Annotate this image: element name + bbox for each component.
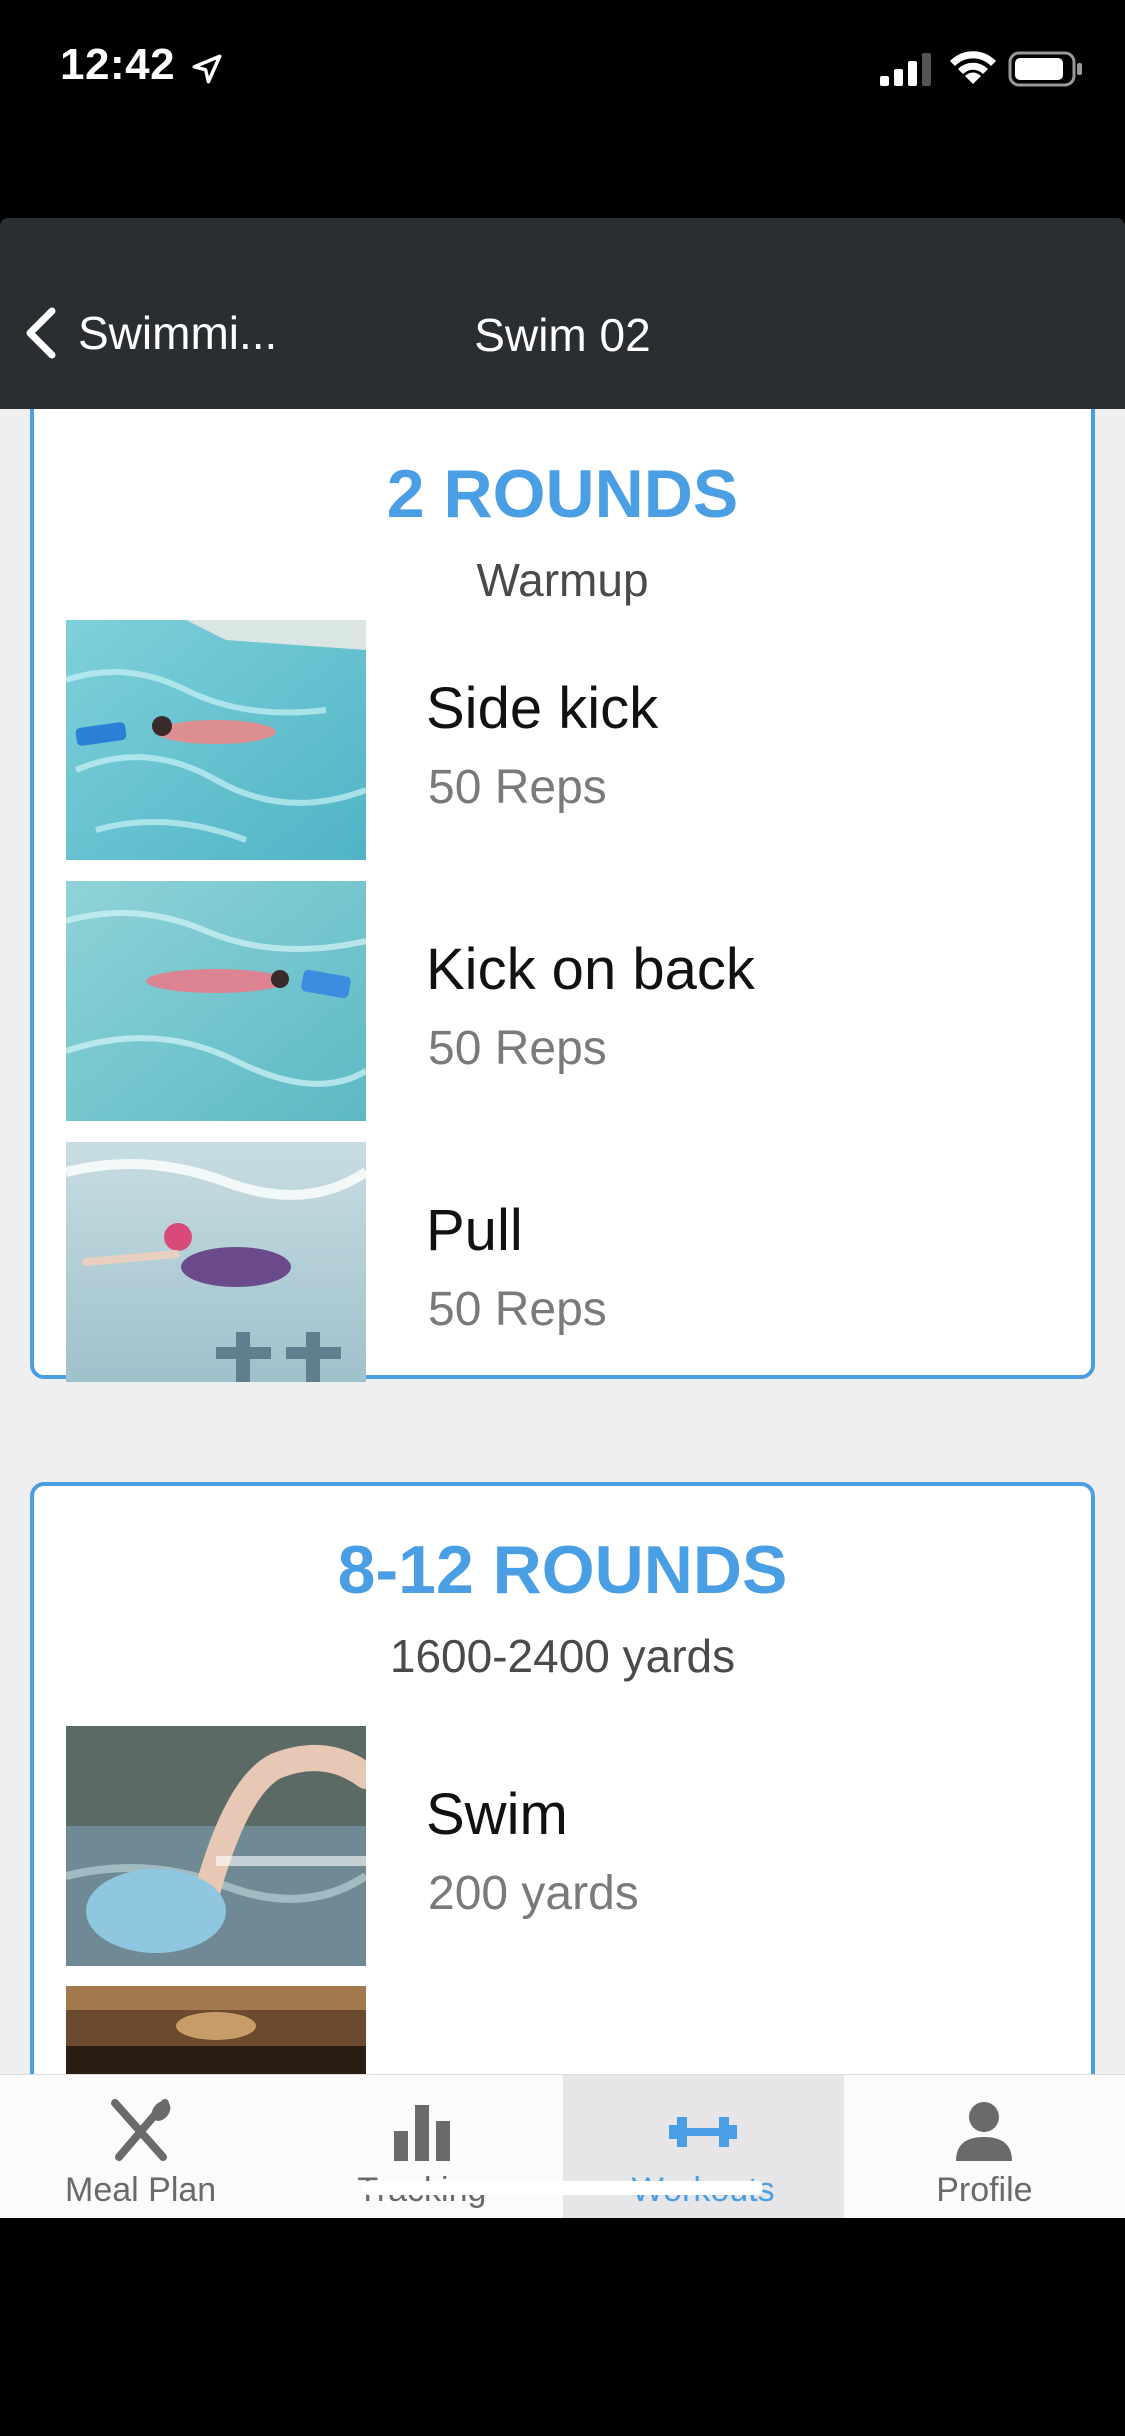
exercise-name: Side kick xyxy=(426,676,659,741)
exercise-amount: 50 Reps xyxy=(428,1283,607,1336)
round-card-warmup: 2 ROUNDS Warmup Side kick 50 Reps Kick o… xyxy=(30,409,1095,1382)
dumbbell-icon xyxy=(669,2117,738,2147)
exercise-name: Swim xyxy=(426,1782,568,1847)
location-arrow-icon xyxy=(192,54,222,84)
tab-profile[interactable]: Profile xyxy=(844,2075,1125,2219)
exercise-name: Pull xyxy=(426,1198,523,1263)
tab-label: Meal Plan xyxy=(65,2171,217,2209)
fork-knife-icon xyxy=(110,2099,170,2161)
exercise-amount: 50 Reps xyxy=(428,1022,607,1075)
exercise-row-pull[interactable]: Pull 50 Reps xyxy=(66,1142,1066,1382)
exercise-name: Kick on back xyxy=(426,937,755,1002)
tab-label: Profile xyxy=(936,2171,1033,2209)
tab-bar: Meal Plan Tracking Workouts Profile xyxy=(0,2074,1125,2219)
tab-tracking[interactable]: Tracking xyxy=(281,2075,562,2219)
exercise-row-partial[interactable] xyxy=(66,1986,1066,2074)
exercise-thumbnail xyxy=(66,620,366,860)
workout-content[interactable]: 2 ROUNDS Warmup Side kick 50 Reps Kick o… xyxy=(0,409,1125,2074)
person-icon xyxy=(956,2102,1013,2161)
page-title: Swim 02 xyxy=(474,309,651,361)
home-indicator[interactable] xyxy=(362,2181,763,2195)
wifi-icon xyxy=(950,51,996,84)
exercise-row-swim[interactable]: Swim 200 yards xyxy=(66,1726,1066,1966)
battery-icon xyxy=(1008,51,1082,87)
round-card-main-set: 8-12 ROUNDS 1600-2400 yards Swim 200 yar… xyxy=(30,1482,1095,2074)
home-indicator-area xyxy=(0,2218,1125,2436)
round-title: 8-12 ROUNDS xyxy=(337,1532,788,1608)
exercise-thumbnail xyxy=(66,1986,366,2074)
exercise-thumbnail xyxy=(66,1726,366,1966)
exercise-amount: 200 yards xyxy=(428,1867,639,1920)
status-time: 12:42 xyxy=(60,40,176,89)
exercise-row-kick-on-back[interactable]: Kick on back 50 Reps xyxy=(66,881,1066,1121)
cellular-signal-icon xyxy=(880,53,931,86)
tab-meal-plan[interactable]: Meal Plan xyxy=(0,2075,281,2219)
round-subtitle: 1600-2400 yards xyxy=(389,1630,736,1682)
exercise-thumbnail xyxy=(66,881,366,1121)
navigation-bar: Swimmi... Swim 02 xyxy=(0,218,1125,409)
bar-chart-icon xyxy=(393,2105,450,2161)
exercise-amount: 50 Reps xyxy=(428,761,607,814)
exercise-row-side-kick[interactable]: Side kick 50 Reps xyxy=(66,620,1066,860)
round-subtitle: Warmup xyxy=(476,554,649,606)
exercise-thumbnail xyxy=(66,1142,366,1382)
round-title: 2 ROUNDS xyxy=(386,456,739,532)
tab-workouts[interactable]: Workouts xyxy=(562,2075,844,2219)
status-bar: 12:42 xyxy=(0,0,1125,140)
